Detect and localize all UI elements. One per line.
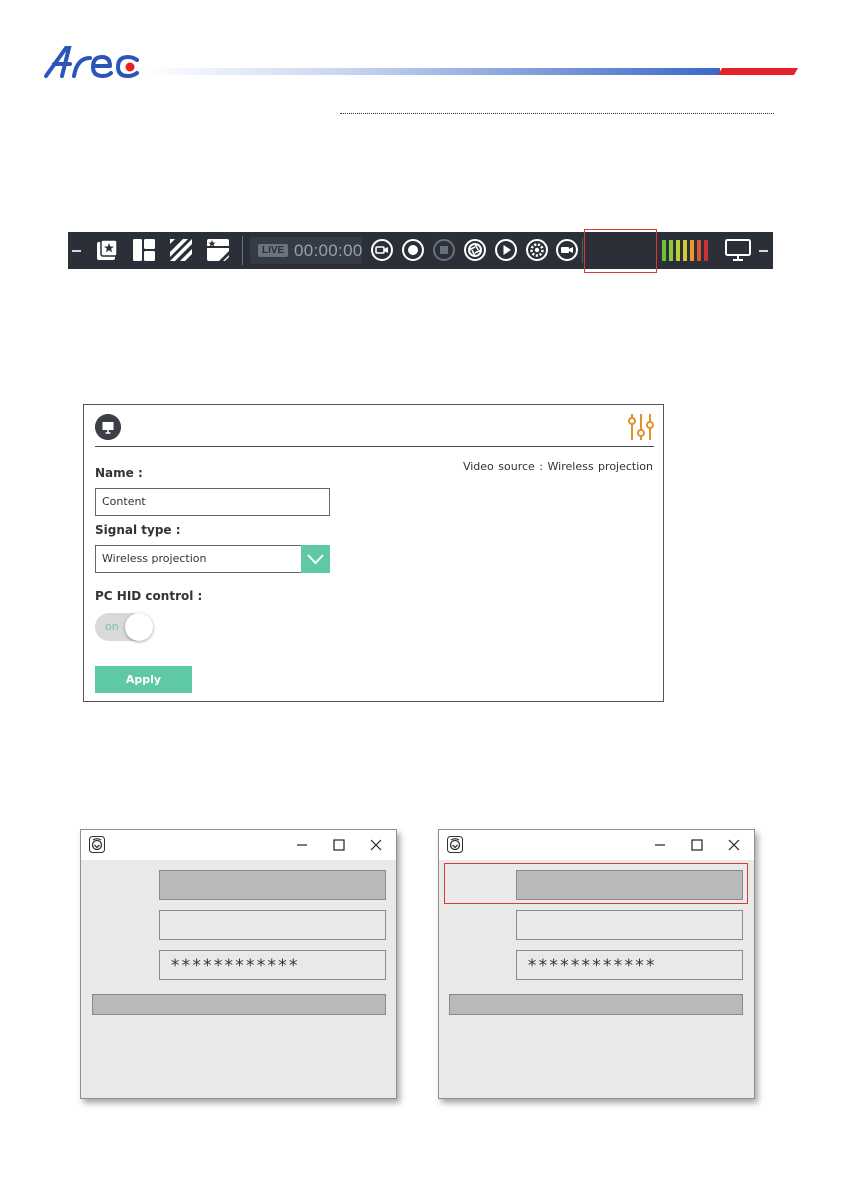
sliders-icon[interactable] <box>627 412 655 442</box>
content-settings-panel: Name : Video source : Wireless projectio… <box>83 404 664 702</box>
arec-logo <box>44 46 139 78</box>
minimize-icon[interactable] <box>650 835 670 855</box>
header-rule-red <box>717 68 799 75</box>
connect-bar[interactable] <box>92 994 386 1015</box>
video-source-value: Wireless projection <box>547 460 653 473</box>
name-label: Name : <box>95 466 143 480</box>
record-icon[interactable] <box>401 238 425 262</box>
collapse-right-handle[interactable] <box>759 250 768 252</box>
audio-meter-bar <box>690 240 694 261</box>
name-field[interactable]: Content <box>95 488 330 516</box>
audio-meter-bar <box>676 240 680 261</box>
password-field[interactable]: ************ <box>159 950 386 980</box>
snapshot-icon[interactable] <box>463 238 487 262</box>
pc-hid-toggle[interactable]: on <box>95 613 153 641</box>
password-mask: ************ <box>527 956 656 976</box>
chevron-down-icon[interactable] <box>301 545 330 573</box>
monitor-icon <box>95 414 121 440</box>
password-mask: ************ <box>170 956 299 976</box>
close-icon[interactable] <box>366 835 386 855</box>
toggle-state-label: on <box>105 620 119 633</box>
control-toolbar: LIVE 00:00:00 <box>68 229 773 273</box>
signal-type-label: Signal type : <box>95 523 181 537</box>
server-field[interactable] <box>516 870 743 900</box>
audio-meter-bar <box>704 240 708 261</box>
pc-hid-label: PC HID control : <box>95 589 203 603</box>
app-icon <box>89 836 105 853</box>
signal-type-value: Wireless projection <box>102 552 207 565</box>
camera-switch-icon[interactable] <box>370 238 394 262</box>
toggle-knob <box>125 613 153 641</box>
signal-type-select[interactable]: Wireless projection <box>95 545 330 573</box>
live-badge: LIVE <box>258 244 289 257</box>
video-camera-icon[interactable] <box>555 238 579 262</box>
minimize-icon[interactable] <box>292 835 312 855</box>
overlay-favorite-icon[interactable] <box>206 238 230 262</box>
audio-meter-bar <box>683 240 687 261</box>
collapse-left-handle[interactable] <box>72 250 81 252</box>
login-dialog: ************ <box>80 829 397 1099</box>
live-timer: 00:00:00 <box>294 241 363 260</box>
toolbar-divider <box>242 236 243 265</box>
video-source: Video source : Wireless projection <box>463 460 653 473</box>
display-output-icon[interactable] <box>725 238 751 262</box>
favorite-layout-icon[interactable] <box>95 238 119 262</box>
panel-divider <box>95 446 654 447</box>
username-field[interactable] <box>159 910 386 940</box>
server-field[interactable] <box>159 870 386 900</box>
close-icon[interactable] <box>724 835 744 855</box>
maximize-icon[interactable] <box>329 835 349 855</box>
password-field[interactable]: ************ <box>516 950 743 980</box>
highlight-frame <box>584 229 657 273</box>
stop-icon[interactable] <box>432 238 456 262</box>
app-icon <box>447 836 463 853</box>
connect-bar[interactable] <box>449 994 743 1015</box>
background-pattern-icon[interactable] <box>169 238 193 262</box>
login-dialog-highlighted: ************ <box>438 829 755 1099</box>
audio-meter-bar <box>669 240 673 261</box>
username-field[interactable] <box>516 910 743 940</box>
maximize-icon[interactable] <box>687 835 707 855</box>
dialog-titlebar <box>439 830 754 860</box>
play-icon[interactable] <box>494 238 518 262</box>
audio-meter-bar <box>662 240 666 261</box>
live-status: LIVE 00:00:00 <box>250 237 362 264</box>
audio-meter-bar <box>697 240 701 261</box>
apply-button[interactable]: Apply <box>95 666 192 693</box>
video-source-label: Video source : <box>462 460 544 473</box>
dotted-rule <box>340 113 774 114</box>
layout-split-icon[interactable] <box>132 238 156 262</box>
toolbar-divider-2 <box>582 238 583 263</box>
settings-gear-icon[interactable] <box>525 238 549 262</box>
dialog-titlebar <box>81 830 396 860</box>
header-rule-blue <box>140 68 720 75</box>
